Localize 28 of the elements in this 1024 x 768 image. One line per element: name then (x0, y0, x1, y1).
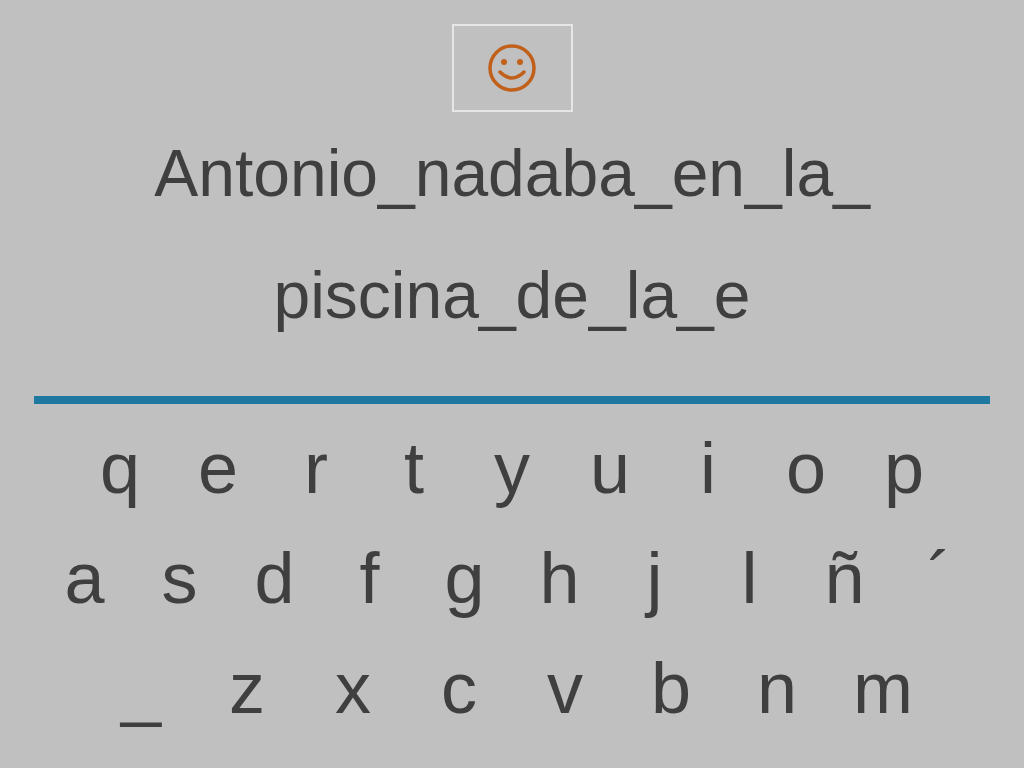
letter-key[interactable]: ´ (892, 536, 987, 620)
letter-key[interactable]: f (322, 536, 417, 620)
letter-key[interactable]: c (406, 646, 512, 730)
letter-key[interactable]: i (659, 426, 757, 510)
letter-key[interactable]: t (365, 426, 463, 510)
letter-key[interactable]: m (830, 646, 936, 730)
letter-key[interactable]: l (702, 536, 797, 620)
smiley-icon (486, 42, 538, 94)
letter-key[interactable]: h (512, 536, 607, 620)
letter-key[interactable]: a (37, 536, 132, 620)
letter-key[interactable]: j (607, 536, 702, 620)
letter-key[interactable]: r (267, 426, 365, 510)
letter-key[interactable]: o (757, 426, 855, 510)
letter-key[interactable]: n (724, 646, 830, 730)
letter-key[interactable]: _ (88, 646, 194, 730)
letter-key[interactable]: e (169, 426, 267, 510)
letter-key[interactable]: x (300, 646, 406, 730)
letter-key[interactable]: y (463, 426, 561, 510)
letter-key[interactable]: g (417, 536, 512, 620)
letter-key[interactable]: d (227, 536, 322, 620)
letter-key[interactable]: v (512, 646, 618, 730)
letter-key[interactable]: ñ (797, 536, 892, 620)
letter-key[interactable]: s (132, 536, 227, 620)
letter-key[interactable]: p (855, 426, 953, 510)
letter-key[interactable]: q (71, 426, 169, 510)
letter-key[interactable]: z (194, 646, 300, 730)
letter-key[interactable]: u (561, 426, 659, 510)
letter-key[interactable]: b (618, 646, 724, 730)
